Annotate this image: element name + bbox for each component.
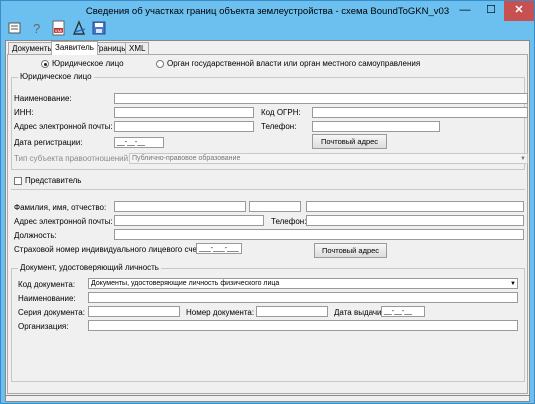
help-icon[interactable]: ? [29,20,45,36]
fio-label: Фамилия, имя, отчество: [14,203,107,212]
doc-code-value: Документы, удостоверяющие личность физич… [91,280,280,287]
inn-field[interactable] [114,107,254,118]
ogrn-field[interactable] [312,107,528,118]
minimize-button[interactable]: — [452,1,478,21]
radio-legal-entity-label: Юридическое лицо [52,59,124,68]
radio-authority-label: Орган государственной власти или орган м… [167,59,421,68]
rep-email-label: Адрес электронной почты: [14,217,113,226]
representative-checkbox[interactable] [14,177,22,185]
open-icon[interactable] [7,20,23,36]
doc-name-label: Наименование: [18,294,76,303]
inn-label: ИНН: [14,108,34,117]
legal-entity-group-title: Юридическое лицо [18,72,94,81]
radio-legal-entity[interactable] [41,60,49,68]
save-icon[interactable] [91,20,107,36]
rep-phone-label: Телефон: [271,217,307,226]
tab-xml[interactable]: XML [125,42,150,54]
svg-text:?: ? [33,21,40,36]
identity-doc-group-title: Документ, удостоверяющий личность [18,263,161,272]
radio-authority[interactable] [156,60,164,68]
chevron-down-icon: ▼ [510,281,516,287]
subject-type-value: Публично-правовое образование [132,155,241,162]
representative-checkbox-label: Представитель [25,176,82,185]
doc-series-field[interactable] [88,306,180,317]
chevron-down-icon: ▼ [520,156,526,162]
subject-type-select[interactable]: Публично-правовое образование ▼ [129,153,528,164]
maximize-button[interactable]: ☐ [478,1,504,21]
email-field[interactable] [114,121,254,132]
app-window: Сведения об участках границ объекта земл… [0,0,535,404]
first-name-field[interactable] [249,201,301,212]
xml-icon[interactable]: XML [51,20,67,36]
phone-label: Телефон: [261,122,297,131]
sign-icon[interactable] [71,20,87,36]
issue-date-label: Дата выдачи: [334,308,384,317]
reg-date-label: Дата регистрации: [14,138,83,147]
doc-code-label: Код документа: [18,280,76,289]
subject-type-label: Тип субъекта правоотношений: [14,154,131,163]
middle-name-field[interactable] [306,201,524,212]
rep-postal-address-button[interactable]: Почтовый адрес [314,243,387,258]
svg-text:XML: XML [55,28,65,33]
org-label: Организация: [18,322,69,331]
close-button[interactable]: ✕ [504,1,534,21]
status-bar [5,396,530,402]
rep-email-field[interactable] [114,215,264,226]
tab-documents[interactable]: Документы [8,42,58,54]
tab-strip: Документы Заявитель Границы XML [6,41,529,55]
main-area: Документы Заявитель Границы XML Юридичес… [5,40,530,396]
email-label: Адрес электронной почты: [14,122,113,131]
issue-date-field[interactable]: __-__-__ [381,306,425,317]
representative-divider [11,189,525,190]
org-field[interactable] [88,320,518,331]
reg-date-field[interactable]: __-__-__ [114,137,164,148]
doc-code-select[interactable]: Документы, удостоверяющие личность физич… [88,278,518,289]
position-label: Должность: [14,231,57,240]
position-field[interactable] [114,229,524,240]
doc-number-label: Номер документа: [186,308,255,317]
applicant-panel: Юридическое лицо Орган государственной в… [7,54,528,394]
org-name-label: Наименование: [14,94,72,103]
legal-postal-address-button[interactable]: Почтовый адрес [312,134,387,149]
doc-name-field[interactable] [88,292,518,303]
doc-number-field[interactable] [256,306,328,317]
doc-series-label: Серия документа: [18,308,85,317]
last-name-field[interactable] [114,201,246,212]
title-bar[interactable]: Сведения об участках границ объекта земл… [1,1,534,41]
rep-phone-field[interactable] [306,215,524,226]
tab-applicant[interactable]: Заявитель [51,41,98,55]
org-name-field[interactable] [114,93,528,104]
snils-field[interactable]: ___-___-___ [196,243,242,254]
snils-label: Страховой номер индивидуального лицевого… [14,245,210,254]
ogrn-label: Код ОГРН: [261,108,301,117]
phone-field[interactable] [312,121,440,132]
